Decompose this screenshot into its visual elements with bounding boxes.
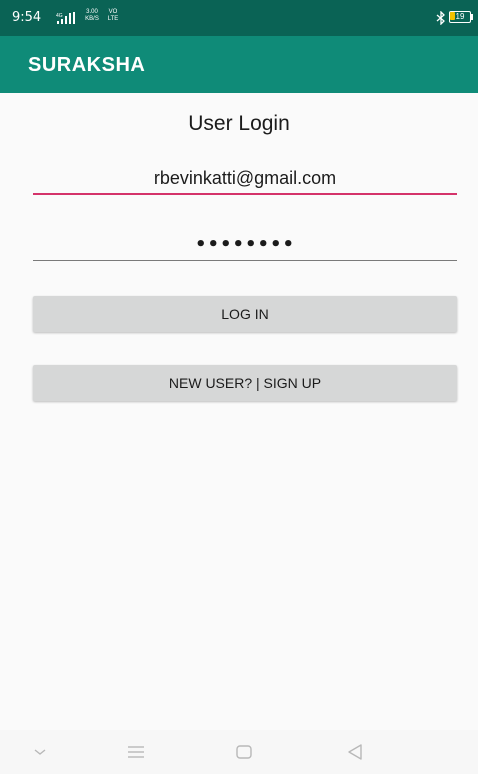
volte-indicator: VO LTE — [104, 9, 122, 23]
volte-bottom: LTE — [107, 16, 119, 22]
network-rate-value: 3.00 — [86, 9, 98, 15]
network-rate: 3.00 KB/S — [82, 9, 102, 23]
app-title: SURAKSHA — [28, 54, 146, 76]
status-time: 9:54 — [12, 10, 42, 25]
app-bar: SURAKSHA — [0, 36, 478, 93]
home-icon[interactable] — [232, 740, 256, 764]
chevron-down-icon[interactable] — [28, 740, 52, 764]
page-title: User Login — [188, 112, 290, 135]
password-field[interactable] — [33, 229, 457, 261]
battery-icon: 19 — [449, 11, 473, 23]
back-icon[interactable] — [344, 740, 368, 764]
battery-level: 19 — [455, 12, 465, 21]
login-button[interactable]: LOG IN — [33, 296, 457, 332]
status-bar: 9:54 4G 3.00 KB/S VO LTE 19 — [0, 0, 478, 36]
volte-top: VO — [108, 9, 118, 15]
login-screen: 9:54 4G 3.00 KB/S VO LTE 19 SURAKSHA Use… — [0, 0, 478, 774]
menu-icon[interactable] — [124, 740, 148, 764]
svg-text:4G: 4G — [56, 13, 63, 19]
signal-icon: 4G — [56, 12, 75, 24]
network-rate-unit: KB/S — [85, 16, 99, 22]
navigation-bar — [0, 730, 478, 774]
email-field[interactable] — [33, 163, 457, 195]
bluetooth-icon — [436, 11, 445, 25]
signup-button[interactable]: NEW USER? | SIGN UP — [33, 365, 457, 401]
